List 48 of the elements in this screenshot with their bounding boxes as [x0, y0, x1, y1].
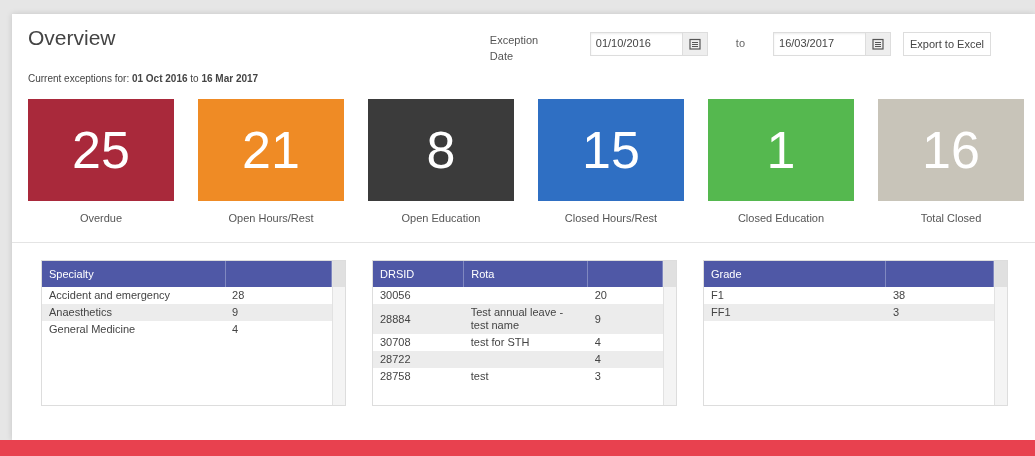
column-header[interactable]: Grade — [704, 261, 886, 287]
column-header[interactable]: DRSID — [373, 261, 464, 287]
table-cell: test — [463, 368, 588, 385]
scrollbar[interactable] — [663, 261, 676, 405]
scrollbar[interactable] — [332, 261, 345, 405]
count-tile[interactable]: 15 — [538, 99, 684, 201]
calendar-icon — [688, 38, 701, 50]
table-cell: 3 — [587, 368, 663, 385]
date-field[interactable]: 01/10/2016 — [589, 32, 708, 56]
table-cell: 9 — [587, 304, 663, 334]
table-cell: 4 — [587, 334, 663, 351]
calendar-icon — [872, 38, 884, 50]
table-cell: 30056 — [373, 287, 464, 304]
page-title: Overview — [28, 26, 117, 50]
table-cell: 28884 — [373, 304, 464, 334]
table-cell: 28 — [225, 287, 332, 304]
tile-label: Total Closed — [920, 212, 982, 224]
table-cell: 3 — [885, 304, 994, 321]
table-cell: FF1 — [704, 304, 886, 321]
filter-label: Exception Date — [489, 33, 540, 64]
tile-label: Open Hours/Rest — [228, 212, 314, 224]
table-cell: 20 — [587, 287, 663, 304]
count-tile[interactable]: 8 — [368, 99, 514, 201]
table-cell: General Medicine — [42, 321, 226, 338]
tile-label: Closed Education — [737, 212, 825, 224]
scrollbar[interactable] — [994, 261, 1007, 405]
count-tile[interactable]: 25 — [28, 99, 174, 201]
table-cell: 30708 — [373, 334, 464, 351]
table-cell: 28722 — [373, 351, 464, 368]
tile-label: Overdue — [79, 212, 123, 224]
table-cell: 4 — [587, 351, 663, 368]
summary-text: Current exceptions for: 01 Oct 2016 to 16 Mar 2017 — [28, 73, 259, 84]
table-cell: test for STH — [463, 334, 588, 351]
table-cell: Anaesthetics — [42, 304, 226, 321]
tile-label: Closed Hours/Rest — [564, 212, 658, 224]
tile-label: Open Education — [401, 212, 481, 224]
column-header[interactable]: Specialty — [42, 261, 226, 287]
column-header[interactable]: Rota — [463, 261, 588, 287]
table-cell: 38 — [885, 287, 994, 304]
table-cell: 28758 — [373, 368, 464, 385]
export-button[interactable]: Export to Excel — [903, 32, 991, 56]
table-cell: 4 — [225, 321, 332, 338]
table-cell: F1 — [704, 287, 886, 304]
separator-text: to — [734, 36, 746, 51]
table-cell: 9 — [225, 304, 332, 321]
table-cell: Test annual leave - test name — [463, 304, 588, 334]
table-cell: Accident and emergency — [42, 287, 226, 304]
date-field[interactable]: 16/03/2017 — [773, 32, 891, 56]
